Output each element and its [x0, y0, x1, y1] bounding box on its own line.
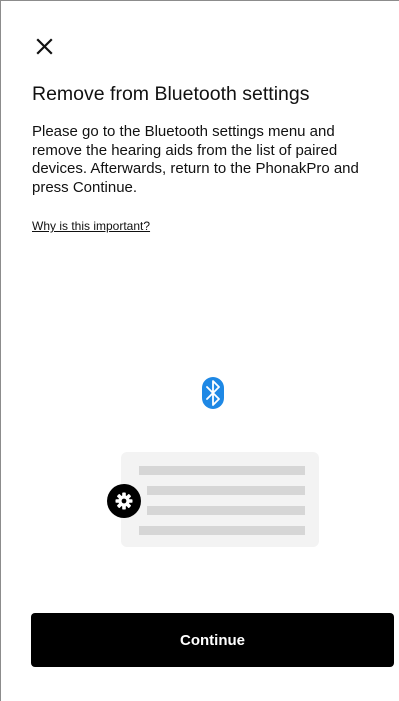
gear-icon [107, 484, 141, 518]
settings-list-panel [121, 452, 319, 547]
close-button[interactable] [35, 37, 55, 57]
screen: Remove from Bluetooth settings Please go… [0, 0, 399, 701]
bluetooth-icon [202, 377, 224, 409]
instructions-text: Please go to the Bluetooth settings menu… [32, 123, 359, 196]
close-icon [36, 38, 53, 55]
bluetooth-settings-illustration [101, 373, 331, 553]
why-important-link[interactable]: Why is this important? [32, 219, 150, 233]
page-title: Remove from Bluetooth settings [32, 83, 310, 105]
continue-button[interactable]: Continue [31, 613, 394, 667]
